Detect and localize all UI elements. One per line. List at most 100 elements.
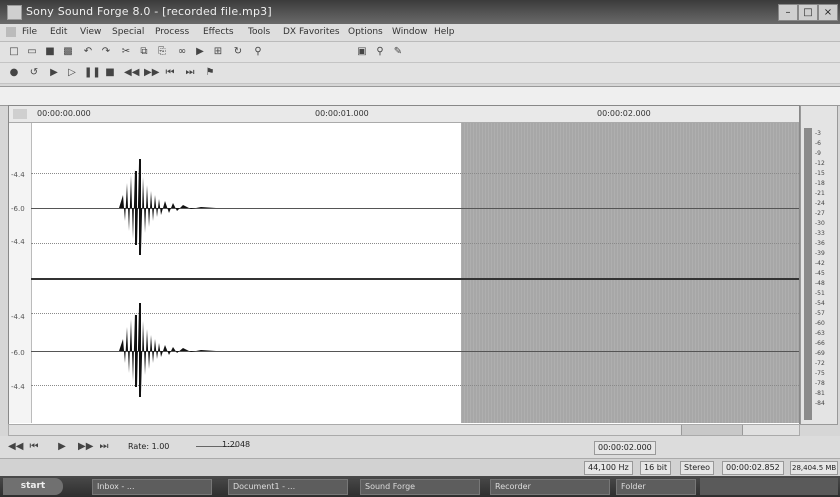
new-icon[interactable]: □ [8, 46, 20, 57]
play-all-icon[interactable]: ▷ [66, 67, 78, 78]
taskbar-item[interactable]: Recorder [490, 479, 610, 495]
go-to-start-icon[interactable]: ⏮ [28, 441, 40, 452]
menu-effects[interactable]: Effects [203, 27, 234, 37]
pause-icon[interactable]: ❚❚ [84, 67, 101, 78]
go-to-end-icon[interactable]: ⏭ [184, 67, 196, 78]
meter-tick: -21 [815, 190, 825, 197]
bit-depth[interactable]: 16 bit [640, 461, 672, 475]
waveform-window: 00:00:00.000 00:00:01.000 00:00:02.000 -… [8, 105, 800, 425]
start-button[interactable]: start [3, 478, 63, 495]
channel-mode[interactable]: Stereo [680, 461, 715, 475]
rewind-icon[interactable]: ◀◀ [8, 441, 23, 452]
file-length: 00:00:02.852 [722, 461, 784, 475]
meter-tick: -51 [815, 290, 825, 297]
overview-bar[interactable] [0, 86, 840, 106]
marker-icon[interactable]: ⚑ [204, 67, 216, 78]
time-mark-start: 00:00:00.000 [37, 109, 91, 118]
go-to-start-icon[interactable]: ⏮ [164, 67, 176, 78]
selection-time: 00:00:02.000 [594, 441, 656, 455]
menu-options[interactable]: Options [348, 27, 383, 37]
meter-tick: -54 [815, 300, 825, 307]
transport-bar: ◀◀ ⏮ ▶ ▶▶ ⏭ Rate: 1.00 1:2048 00:00:02.0… [0, 436, 840, 458]
meter-tick: -57 [815, 310, 825, 317]
forward-icon[interactable]: ▶▶ [144, 67, 159, 78]
meter-tick: -9 [815, 150, 821, 157]
save-as-icon[interactable]: ▩ [62, 46, 74, 57]
meter-tick: -69 [815, 350, 825, 357]
magnify-tool-icon[interactable]: ⚲ [374, 46, 386, 57]
sample-rate[interactable]: 44,100 Hz [584, 461, 633, 475]
rate-label: Rate: 1.00 [128, 442, 170, 451]
waveform-area[interactable] [31, 123, 799, 423]
redo-icon[interactable]: ↷ [100, 46, 112, 57]
meter-tick: -81 [815, 390, 825, 397]
scroll-thumb[interactable] [681, 425, 743, 435]
time-mark-mid: 00:00:01.000 [315, 109, 369, 118]
menu-edit[interactable]: Edit [50, 27, 67, 37]
time-ruler[interactable]: 00:00:00.000 00:00:01.000 00:00:02.000 [9, 106, 799, 123]
undo-icon[interactable]: ↶ [82, 46, 94, 57]
crop-icon[interactable]: ⊞ [212, 46, 224, 57]
taskbar-item[interactable]: Folder [616, 479, 696, 495]
meter-tick: -6 [815, 140, 821, 147]
menu-process[interactable]: Process [155, 27, 189, 37]
menu-tools[interactable]: Tools [248, 27, 270, 37]
meter-tick: -15 [815, 170, 825, 177]
meter-tick: -39 [815, 250, 825, 257]
maximize-button[interactable]: □ [798, 4, 818, 21]
copy-icon[interactable]: ⧉ [138, 46, 150, 57]
menu-help[interactable]: Help [434, 27, 455, 37]
taskbar-item[interactable]: Inbox - ... [92, 479, 212, 495]
play-icon[interactable]: ▶ [48, 67, 60, 78]
taskbar-item[interactable]: Document1 - ... [228, 479, 348, 495]
loop-icon[interactable]: ↺ [28, 67, 40, 78]
play-icon[interactable]: ▶ [56, 441, 68, 452]
pencil-tool-icon[interactable]: ✎ [392, 46, 404, 57]
meter-tick: -66 [815, 340, 825, 347]
cut-icon[interactable]: ✂ [120, 46, 132, 57]
go-to-end-icon[interactable]: ⏭ [98, 441, 110, 452]
horizontal-scrollbar[interactable] [8, 424, 800, 436]
meter-tick: -42 [815, 260, 825, 267]
standard-toolbar: □ ▭ ■ ▩ ↶ ↷ ✂ ⧉ ⎘ ∞ ▶ ⊞ ↻ ⚲ ▣ ⚲ ✎ [0, 42, 840, 63]
meter-tick: -27 [815, 210, 825, 217]
window-title: Sony Sound Forge 8.0 - [recorded file.mp… [26, 5, 272, 18]
right-level-label-top: -4.4 [11, 313, 25, 321]
paste-icon[interactable]: ⎘ [156, 46, 168, 57]
stop-icon[interactable]: ■ [104, 67, 116, 78]
menu-bar: File Edit View Special Process Effects T… [0, 24, 840, 42]
meter-tick: -60 [815, 320, 825, 327]
trim-icon[interactable]: ▶ [194, 46, 206, 57]
level-ruler: -4.4 -6.0 -4.4 -4.4 -6.0 -4.4 [9, 123, 32, 423]
record-icon[interactable]: ● [8, 67, 20, 78]
mix-icon[interactable]: ∞ [176, 46, 188, 57]
doc-icon [6, 27, 16, 37]
zoom-icon[interactable]: ⚲ [252, 46, 264, 57]
close-button[interactable]: × [818, 4, 838, 21]
meter-tick: -45 [815, 270, 825, 277]
menu-special[interactable]: Special [112, 27, 144, 37]
meter-tick: -12 [815, 160, 825, 167]
menu-window[interactable]: Window [392, 27, 428, 37]
repeat-icon[interactable]: ↻ [232, 46, 244, 57]
minimize-button[interactable]: – [778, 4, 798, 21]
save-icon[interactable]: ■ [44, 46, 56, 57]
meter-tick: -78 [815, 380, 825, 387]
status-bar: 44,100 Hz 16 bit Stereo 00:00:02.852 28,… [0, 458, 840, 476]
zoom-label: 1:2048 [222, 440, 251, 449]
rewind-icon[interactable]: ◀◀ [124, 67, 139, 78]
forward-icon[interactable]: ▶▶ [78, 441, 93, 452]
left-level-label-top: -4.4 [11, 171, 25, 179]
meter-tick: -75 [815, 370, 825, 377]
time-mark-end: 00:00:02.000 [597, 109, 651, 118]
open-icon[interactable]: ▭ [26, 46, 38, 57]
edit-tool-icon[interactable]: ▣ [356, 46, 368, 57]
left-channel-waveform [119, 159, 216, 255]
menu-view[interactable]: View [80, 27, 101, 37]
system-tray[interactable] [700, 478, 838, 495]
meter-tick: -33 [815, 230, 825, 237]
menu-dx-favorites[interactable]: DX Favorites [283, 27, 340, 37]
menu-file[interactable]: File [22, 27, 37, 37]
meter-tick: -30 [815, 220, 825, 227]
taskbar-item[interactable]: Sound Forge [360, 479, 480, 495]
